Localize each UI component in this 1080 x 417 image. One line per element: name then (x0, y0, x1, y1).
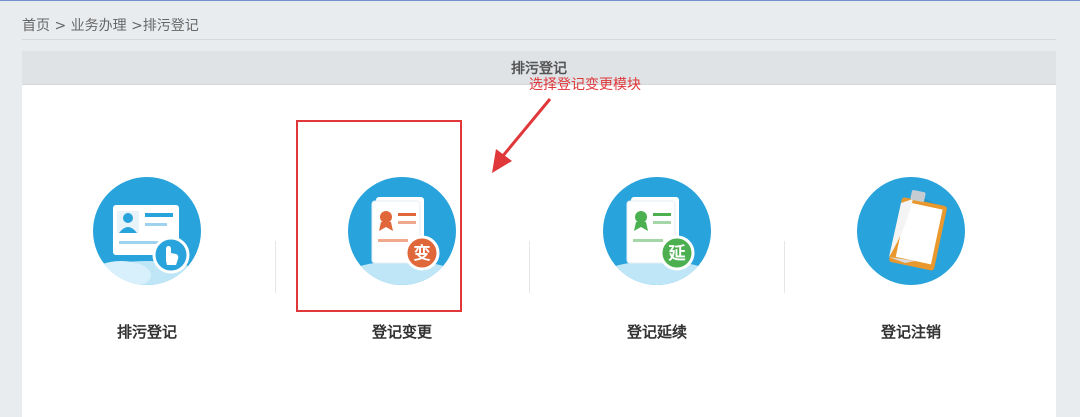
module-register-cancel[interactable]: 登记注销 (786, 175, 1036, 375)
module-register-extend[interactable]: 延 登记延续 (532, 175, 782, 375)
module-label: 登记延续 (626, 323, 687, 341)
module-label: 登记变更 (371, 323, 432, 341)
annotation-text: 选择登记变更模块 (529, 77, 641, 93)
module-divider (275, 241, 276, 293)
breadcrumb-divider (22, 39, 1056, 40)
module-label: 登记注销 (880, 323, 941, 341)
breadcrumb: 首页 > 业务办理 >排污登记 (22, 18, 199, 34)
extend-badge-text: 延 (668, 243, 687, 264)
module-divider (529, 241, 530, 293)
module-label: 排污登记 (116, 323, 177, 341)
module-divider (784, 241, 785, 293)
highlight-box (296, 120, 462, 312)
register-hand-icon (93, 177, 201, 285)
extend-certificate-icon: 延 (603, 177, 711, 285)
annotation-arrow-icon (492, 98, 552, 173)
cancel-clipboard-icon (857, 177, 965, 285)
module-pollutant-register[interactable]: 排污登记 (22, 175, 272, 375)
